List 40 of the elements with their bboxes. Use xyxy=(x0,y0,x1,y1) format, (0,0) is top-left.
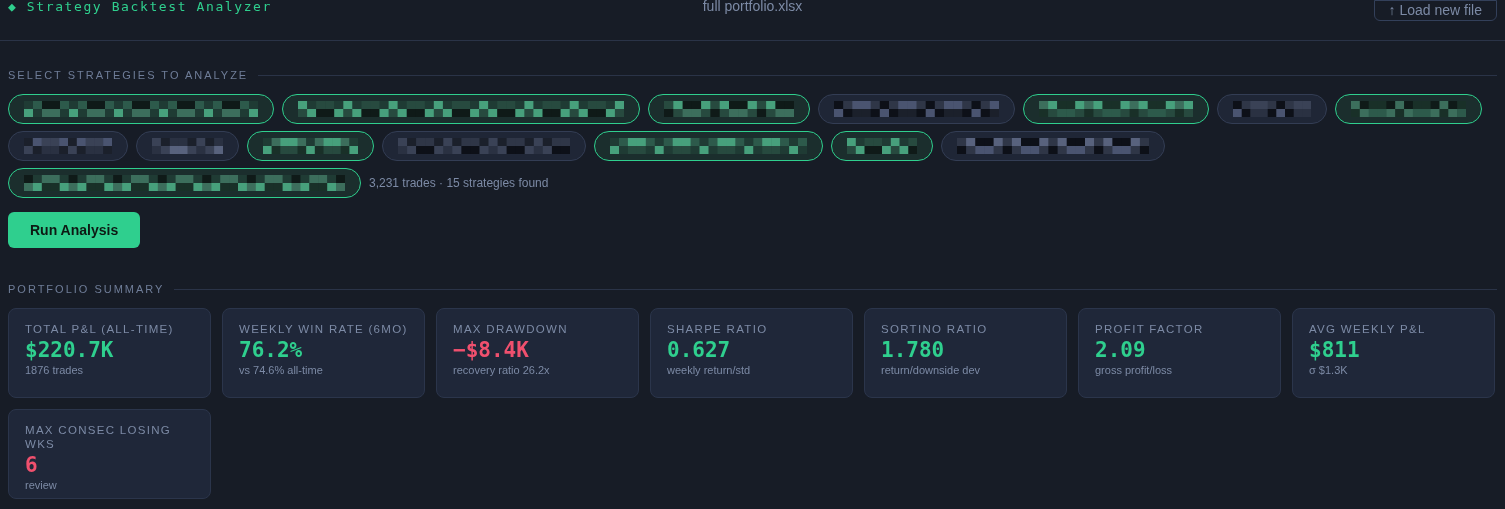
metric-note: 1876 trades xyxy=(25,363,85,377)
metric-label: AVG WEEKLY P&L xyxy=(1309,322,1427,336)
metric-note: σ $1.3K xyxy=(1309,363,1349,377)
strategy-chip[interactable] xyxy=(1335,94,1482,124)
metric-note: review xyxy=(25,478,58,492)
strategy-chip[interactable] xyxy=(8,168,361,198)
strategy-chip[interactable] xyxy=(247,131,374,161)
metric-value: 76.2% xyxy=(239,337,304,363)
metric-label: WEEKLY WIN RATE (6MO) xyxy=(239,322,408,336)
metric-value: 6 xyxy=(25,452,39,478)
strategy-chip[interactable] xyxy=(282,94,640,124)
metric-value: 1.780 xyxy=(881,337,946,363)
metric-value: −$8.4K xyxy=(453,337,530,363)
metric-value: $811 xyxy=(1309,337,1361,363)
metric-note: vs 74.6% all-time xyxy=(239,363,324,377)
metric-note: return/downside dev xyxy=(881,363,982,377)
load-file-button[interactable]: ↑ Load new file xyxy=(1373,0,1497,21)
file-name: full portfolio.xlsx xyxy=(702,0,803,14)
strategy-chip[interactable] xyxy=(594,131,823,161)
metric-label: SORTINO RATIO xyxy=(881,322,989,336)
section-heading: PORTFOLIO SUMMARY xyxy=(8,283,165,295)
metric-label: PROFIT FACTOR xyxy=(1095,322,1205,336)
strategy-count: 3,231 trades · 15 strategies found xyxy=(369,176,549,190)
strategy-chip[interactable] xyxy=(648,94,810,124)
metric-note: gross profit/loss xyxy=(1095,363,1174,377)
strategy-chip[interactable] xyxy=(8,94,274,124)
strategy-chip[interactable] xyxy=(831,131,933,161)
strategy-chip[interactable] xyxy=(1023,94,1209,124)
metric-value: 2.09 xyxy=(1095,337,1147,363)
metric-label: MAX DRAWDOWN xyxy=(453,322,569,336)
metric-note: recovery ratio 26.2x xyxy=(453,363,551,377)
metric-label: SHARPE RATIO xyxy=(667,322,769,336)
metric-value: $220.7K xyxy=(25,337,115,363)
section-heading: SELECT STRATEGIES TO ANALYZE xyxy=(8,69,249,81)
run-analysis-button[interactable]: Run Analysis xyxy=(8,212,141,248)
app-title: ◆ Strategy Backtest Analyzer xyxy=(8,0,273,14)
metric-label: MAX CONSEC LOSING WKS xyxy=(25,423,173,451)
metric-note: weekly return/std xyxy=(667,363,752,377)
metric-label: TOTAL P&L (ALL-TIME) xyxy=(25,322,175,336)
metric-value: 0.627 xyxy=(667,337,732,363)
